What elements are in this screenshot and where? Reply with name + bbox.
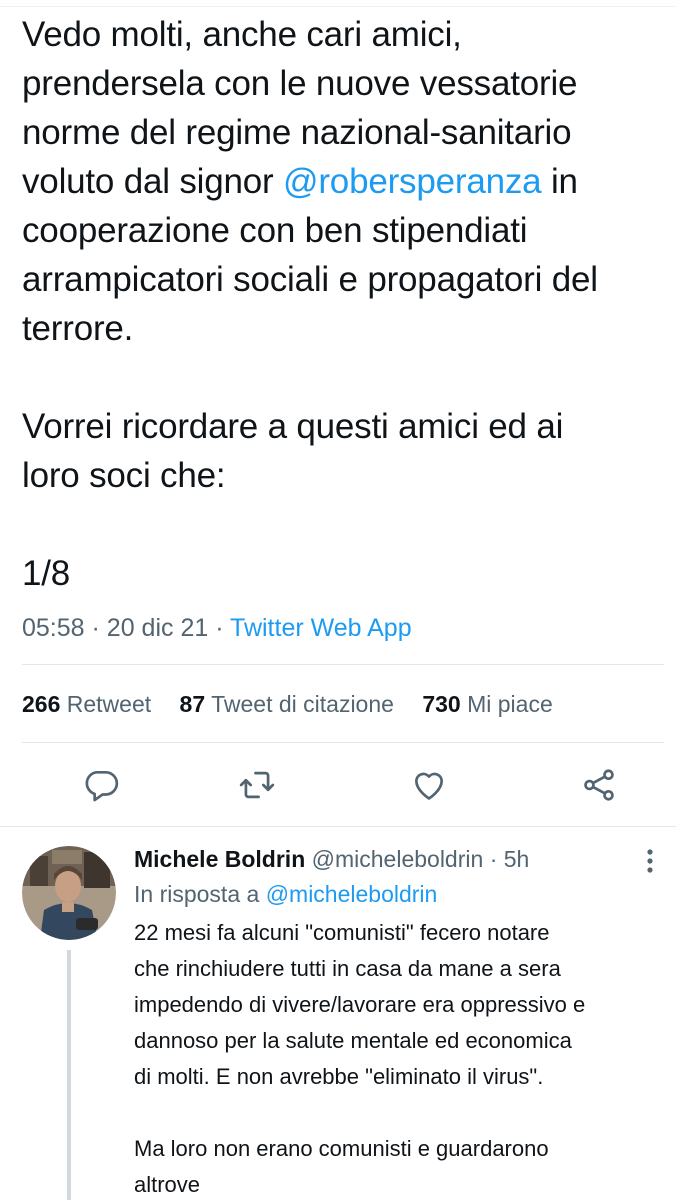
like-icon[interactable]: [410, 766, 448, 804]
retweets-label: Retweet: [66, 691, 152, 717]
reply-header: Michele Boldrin @micheleboldrin · 5h: [134, 842, 529, 876]
meta-separator: ·: [215, 614, 224, 642]
tweet-line: terrore.: [22, 309, 134, 348]
divider: [22, 742, 664, 743]
reply-icon[interactable]: [82, 766, 120, 804]
likes-count: 730: [422, 691, 461, 717]
tweet-line: Vedo molti, anche cari amici,: [22, 15, 462, 54]
tweet-metadata: 05:58 · 20 dic 21 · Twitter Web App: [22, 610, 412, 646]
avatar[interactable]: [22, 846, 116, 940]
tweet-line-with-mention: voluto dal signor @robersperanza in: [22, 157, 672, 206]
reply-to-label: In risposta a: [134, 881, 260, 907]
reply-context: In risposta a @micheleboldrin: [134, 877, 437, 911]
reply-line: 22 mesi fa alcuni "comunisti" fecero not…: [134, 920, 550, 945]
reply-line: Ma loro non erano comunisti e guardarono: [134, 1136, 549, 1161]
tweet-line-prefix: voluto dal signor: [22, 162, 284, 201]
tweet-date[interactable]: 20 dic 21: [107, 614, 208, 642]
divider: [22, 664, 664, 665]
share-icon[interactable]: [580, 766, 618, 804]
thread-counter: 1/8: [22, 554, 71, 593]
quotes-stat[interactable]: 87 Tweet di citazione: [180, 691, 394, 717]
more-options-icon[interactable]: [638, 846, 662, 876]
reply-to-handle-link[interactable]: @micheleboldrin: [266, 881, 438, 907]
tweet-actions-bar: [0, 760, 676, 810]
tweet-time[interactable]: 05:58: [22, 614, 85, 642]
tweet-line-suffix: in: [541, 162, 578, 201]
author-name[interactable]: Michele Boldrin: [134, 846, 305, 872]
tweet-line: loro soci che:: [22, 456, 226, 495]
retweets-count: 266: [22, 691, 61, 717]
reply-line: altrove: [134, 1172, 201, 1197]
meta-separator: ·: [91, 614, 100, 642]
section-separator: [0, 826, 676, 827]
tweet-line: Vorrei ricordare a questi amici ed ai: [22, 407, 564, 446]
meta-separator: ·: [489, 846, 498, 872]
tweet-body: Vedo molti, anche cari amici, prendersel…: [22, 10, 672, 598]
tweet-line: norme del regime nazional-sanitario: [22, 113, 572, 152]
likes-label: Mi piace: [467, 691, 553, 717]
author-handle[interactable]: @micheleboldrin: [312, 846, 484, 872]
reply-line: impedendo di vivere/lavorare era oppress…: [134, 992, 586, 1017]
tweet-source-link[interactable]: Twitter Web App: [230, 614, 412, 642]
tweet-line: arrampicatori sociali e propagatori del: [22, 260, 598, 299]
retweet-icon[interactable]: [238, 766, 276, 804]
quotes-label: Tweet di citazione: [211, 691, 394, 717]
reply-line: di molti. E non avrebbe "eliminato il vi…: [134, 1064, 544, 1089]
tweet-detail-page: Vedo molti, anche cari amici, prendersel…: [0, 0, 676, 1200]
reply-age[interactable]: 5h: [504, 846, 530, 872]
reply-line: dannoso per la salute mentale ed economi…: [134, 1028, 572, 1053]
quotes-count: 87: [179, 691, 206, 717]
reply-body: 22 mesi fa alcuni "comunisti" fecero not…: [134, 915, 669, 1200]
retweets-stat[interactable]: 266 Retweet: [22, 691, 151, 717]
tweet-line: prendersela con le nuove vessatorie: [22, 64, 578, 103]
mention-link-robersperanza[interactable]: @robersperanza: [283, 162, 542, 201]
top-divider: [0, 6, 676, 7]
thread-connector: [67, 950, 71, 1200]
tweet-line: cooperazione con ben stipendiati: [22, 211, 528, 250]
reply-line: che rinchiudere tutti in casa da mane a …: [134, 956, 561, 981]
likes-stat[interactable]: 730 Mi piace: [422, 691, 552, 717]
engagement-stats: 266 Retweet 87 Tweet di citazione 730 Mi…: [22, 686, 575, 722]
